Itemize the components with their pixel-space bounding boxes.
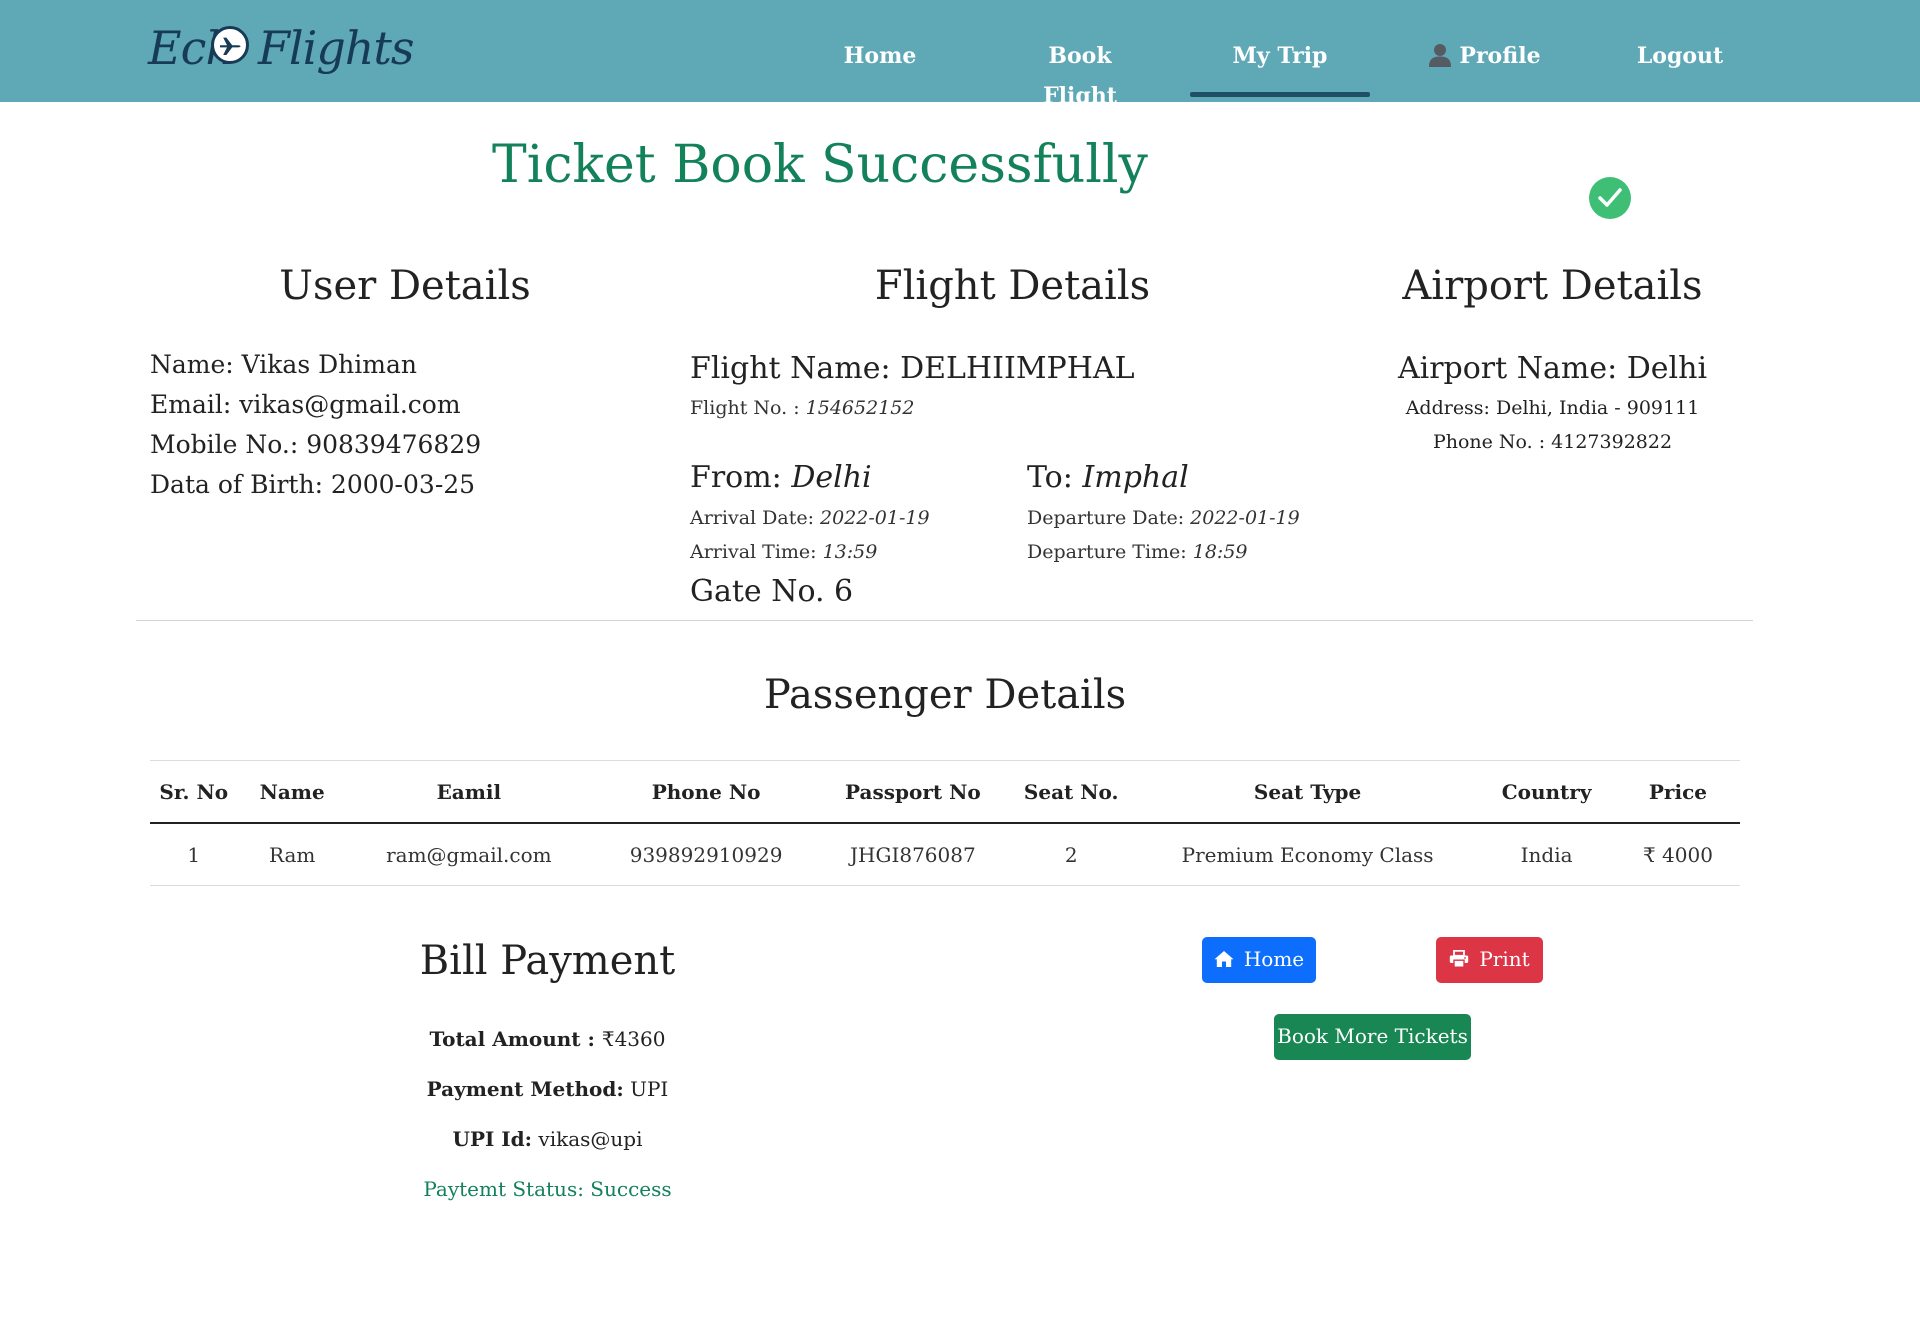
cell-seat-type: Premium Economy Class xyxy=(1181,842,1434,867)
print-button[interactable]: Print xyxy=(1436,937,1543,983)
flight-from: From: Delhi xyxy=(690,460,872,495)
cell-country: India xyxy=(1520,842,1573,867)
cell-seat-no: 2 xyxy=(1064,842,1078,867)
nav-home[interactable]: Home xyxy=(835,36,925,76)
cell-email: ram@gmail.com xyxy=(386,842,552,867)
flight-name: Flight Name: DELHIIMPHAL xyxy=(690,351,1135,386)
flight-to: To: Imphal xyxy=(1027,460,1189,495)
departure-time: Departure Time: 18:59 xyxy=(1027,541,1248,563)
nav-profile[interactable]: Profile xyxy=(1425,36,1545,76)
payment-method: Payment Method: UPI xyxy=(426,1077,669,1101)
departure-date: Departure Date: 2022-01-19 xyxy=(1027,507,1300,529)
col-seat-type: Seat Type xyxy=(1253,779,1362,804)
airport-phone: Phone No. : 4127392822 xyxy=(1432,431,1673,453)
home-button[interactable]: Home xyxy=(1202,937,1316,983)
airplane-icon xyxy=(211,26,249,64)
table-header-row: Sr. No Name Eamil Phone No Passport No S… xyxy=(150,760,1740,823)
airport-address: Address: Delhi, India - 909111 xyxy=(1405,397,1700,419)
home-button-label: Home xyxy=(1243,947,1305,971)
user-name: Name: Vikas Dhiman xyxy=(150,350,417,379)
col-phone: Phone No xyxy=(651,779,761,804)
page-title: Ticket Book Successfully xyxy=(492,135,1148,195)
col-name: Name xyxy=(259,779,325,804)
book-more-tickets-button[interactable]: Book More Tickets xyxy=(1274,1014,1471,1060)
print-icon xyxy=(1450,949,1469,968)
logo-text-right: Flights xyxy=(258,21,415,75)
nav-book-flight[interactable]: Book Flight xyxy=(1010,36,1150,109)
nav-my-trip[interactable]: My Trip xyxy=(1220,36,1340,76)
section-divider xyxy=(136,620,1753,621)
col-seat-no: Seat No. xyxy=(1023,779,1119,804)
arrival-time: Arrival Time: 13:59 xyxy=(690,541,878,563)
navbar: Ech Flights Home Book Flight My Trip Pro… xyxy=(0,0,1920,109)
nav-profile-label: Profile xyxy=(1459,43,1541,69)
home-icon xyxy=(1214,950,1234,967)
flight-details-heading: Flight Details xyxy=(874,263,1151,309)
airport-details-heading: Airport Details xyxy=(1402,263,1703,309)
user-email: Email: vikas@gmail.com xyxy=(150,390,461,419)
passenger-details-heading: Passenger Details xyxy=(763,672,1127,718)
total-amount: Total Amount : ₹4360 xyxy=(429,1027,666,1051)
col-sr-no: Sr. No xyxy=(159,779,229,804)
payment-status: Paytemt Status: Success xyxy=(423,1177,672,1201)
user-mobile: Mobile No.: 90839476829 xyxy=(150,430,482,459)
logo[interactable]: Ech Flights xyxy=(148,14,415,80)
check-circle-icon xyxy=(1589,177,1631,219)
upi-id: UPI Id: vikas@upi xyxy=(452,1127,643,1151)
table-row: 1 Ram ram@gmail.com 939892910929 JHGI876… xyxy=(150,823,1740,886)
col-country: Country xyxy=(1501,779,1592,804)
nav-logout[interactable]: Logout xyxy=(1630,36,1730,76)
user-dob: Data of Birth: 2000-03-25 xyxy=(150,470,476,499)
gate-number: Gate No. 6 xyxy=(690,574,854,609)
user-icon xyxy=(1429,44,1452,67)
cell-price: ₹ 4000 xyxy=(1642,842,1713,867)
cell-phone: 939892910929 xyxy=(629,842,783,867)
passenger-table: Sr. No Name Eamil Phone No Passport No S… xyxy=(150,760,1740,886)
arrival-date: Arrival Date: 2022-01-19 xyxy=(690,507,930,529)
cell-passport: JHGI876087 xyxy=(850,842,976,867)
flight-number: Flight No. : 154652152 xyxy=(690,397,915,419)
bill-payment-heading: Bill Payment xyxy=(419,938,676,984)
cell-sr-no: 1 xyxy=(187,842,201,867)
print-button-label: Print xyxy=(1479,947,1530,971)
airport-name: Airport Name: Delhi xyxy=(1397,351,1708,386)
user-details-heading: User Details xyxy=(279,263,531,309)
nav-active-indicator xyxy=(1190,92,1370,97)
col-price: Price xyxy=(1648,779,1707,804)
col-email: Eamil xyxy=(436,779,502,804)
cell-name: Ram xyxy=(268,842,316,867)
col-passport: Passport No xyxy=(845,779,981,804)
